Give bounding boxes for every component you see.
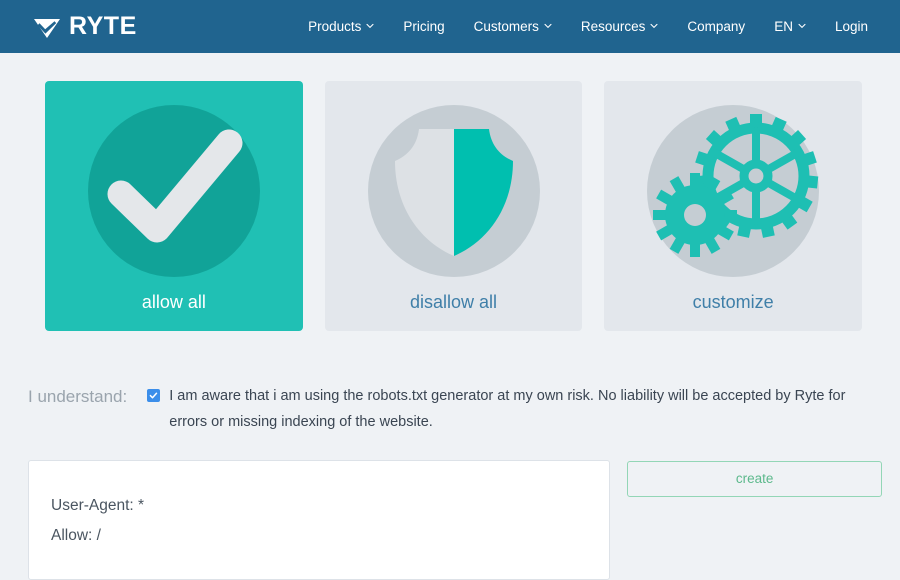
option-card-label: disallow all <box>410 293 497 311</box>
main-navigation: Products Pricing Customers Resources Com… <box>308 19 868 34</box>
logo-wordmark: RYTE <box>69 14 137 39</box>
nav-item-login[interactable]: Login <box>835 19 868 34</box>
nav-label: EN <box>774 19 793 34</box>
site-header: RYTE Products Pricing Customers Resource… <box>0 0 900 53</box>
create-button[interactable]: create <box>627 461 882 497</box>
check-circle-icon <box>74 91 274 291</box>
nav-item-customers[interactable]: Customers <box>474 19 552 34</box>
option-card-label: customize <box>693 293 774 311</box>
robots-mode-options: allow all disallow all <box>0 53 900 331</box>
nav-label: Pricing <box>403 19 444 34</box>
shield-icon <box>354 91 554 291</box>
nav-item-resources[interactable]: Resources <box>581 19 659 34</box>
option-card-label: allow all <box>142 293 206 311</box>
nav-item-pricing[interactable]: Pricing <box>403 19 444 34</box>
check-icon <box>149 391 158 400</box>
option-card-disallow-all[interactable]: disallow all <box>325 81 583 331</box>
option-card-allow-all[interactable]: allow all <box>45 81 303 331</box>
chevron-down-icon <box>544 22 552 30</box>
consent-disclaimer-text: I am aware that i am using the robots.tx… <box>169 383 855 436</box>
output-row: User-Agent: * Allow: / create <box>0 436 900 580</box>
nav-label: Login <box>835 19 868 34</box>
robots-line: User-Agent: * <box>51 491 609 521</box>
option-card-customize[interactable]: customize <box>604 81 862 331</box>
gears-icon <box>633 91 833 291</box>
robots-line: Allow: / <box>51 521 609 551</box>
chevron-down-icon <box>650 22 658 30</box>
consent-checkbox[interactable] <box>147 389 160 402</box>
consent-label: I understand: <box>28 383 127 410</box>
chevron-down-icon <box>798 22 806 30</box>
consent-row: I understand: I am aware that i am using… <box>0 331 900 436</box>
ryte-diamond-check-logo-icon <box>32 12 62 42</box>
ryte-logo[interactable]: RYTE <box>32 12 137 42</box>
chevron-down-icon <box>366 22 374 30</box>
nav-item-products[interactable]: Products <box>308 19 374 34</box>
nav-item-company[interactable]: Company <box>687 19 745 34</box>
nav-item-language[interactable]: EN <box>774 19 806 34</box>
nav-label: Company <box>687 19 745 34</box>
nav-label: Resources <box>581 19 646 34</box>
robots-txt-output[interactable]: User-Agent: * Allow: / <box>28 460 610 580</box>
nav-label: Products <box>308 19 361 34</box>
nav-label: Customers <box>474 19 539 34</box>
